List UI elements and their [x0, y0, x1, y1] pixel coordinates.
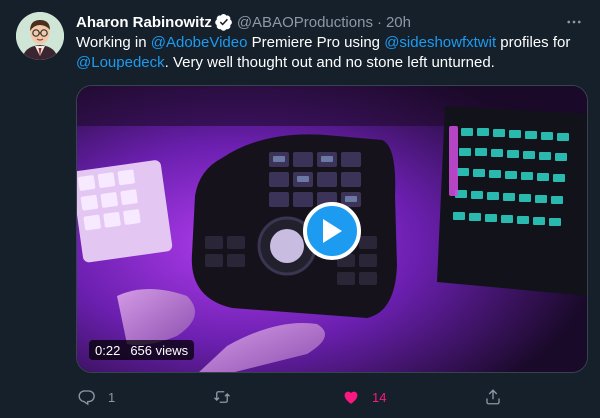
text-part-1: Working in [76, 34, 151, 51]
video-duration: 0:22 [95, 342, 121, 358]
tweet-actions: 1 14 [66, 384, 596, 410]
tweet-timestamp[interactable]: 20h [386, 14, 411, 31]
more-options-icon[interactable] [564, 12, 584, 32]
verified-badge-icon [215, 13, 233, 31]
like-button[interactable]: 14 [342, 384, 386, 410]
text-part-4: . Very well thought out and no stone lef… [164, 54, 495, 71]
separator-dot: · [376, 13, 382, 31]
avatar[interactable] [16, 12, 64, 60]
avatar-illustration [16, 12, 64, 60]
play-icon [323, 219, 342, 243]
play-button[interactable] [303, 202, 361, 260]
like-count: 14 [372, 389, 387, 405]
heart-icon [344, 391, 358, 404]
share-icon [486, 389, 500, 405]
mention-loupedeck[interactable]: @Loupedeck [76, 54, 165, 71]
tweet-text: Working in @AdobeVideo Premiere Pro usin… [76, 33, 586, 73]
reply-icon [78, 390, 95, 406]
mention-sideshowfxtwit[interactable]: @sideshowfxtwit [384, 34, 496, 51]
text-part-2: Premiere Pro using [247, 34, 385, 51]
video-player[interactable]: 0:22 656 views [76, 85, 588, 373]
text-part-3: profiles for [496, 34, 571, 51]
video-info-overlay: 0:22 656 views [89, 340, 195, 360]
video-views: 656 views [130, 342, 189, 358]
reply-button[interactable]: 1 [78, 384, 115, 410]
mention-adobevideo[interactable]: @AdobeVideo [151, 34, 248, 51]
retweet-icon [214, 391, 230, 403]
share-button[interactable] [484, 384, 502, 410]
tweet-header: Aharon Rabinowitz @ABAOProductions · 20h [76, 12, 584, 32]
reply-count: 1 [108, 389, 116, 405]
retweet-button[interactable] [212, 384, 244, 410]
author-handle[interactable]: @ABAOProductions [237, 14, 373, 31]
author-display-name[interactable]: Aharon Rabinowitz [76, 14, 212, 31]
tweet[interactable]: Aharon Rabinowitz @ABAOProductions · 20h… [0, 0, 600, 418]
